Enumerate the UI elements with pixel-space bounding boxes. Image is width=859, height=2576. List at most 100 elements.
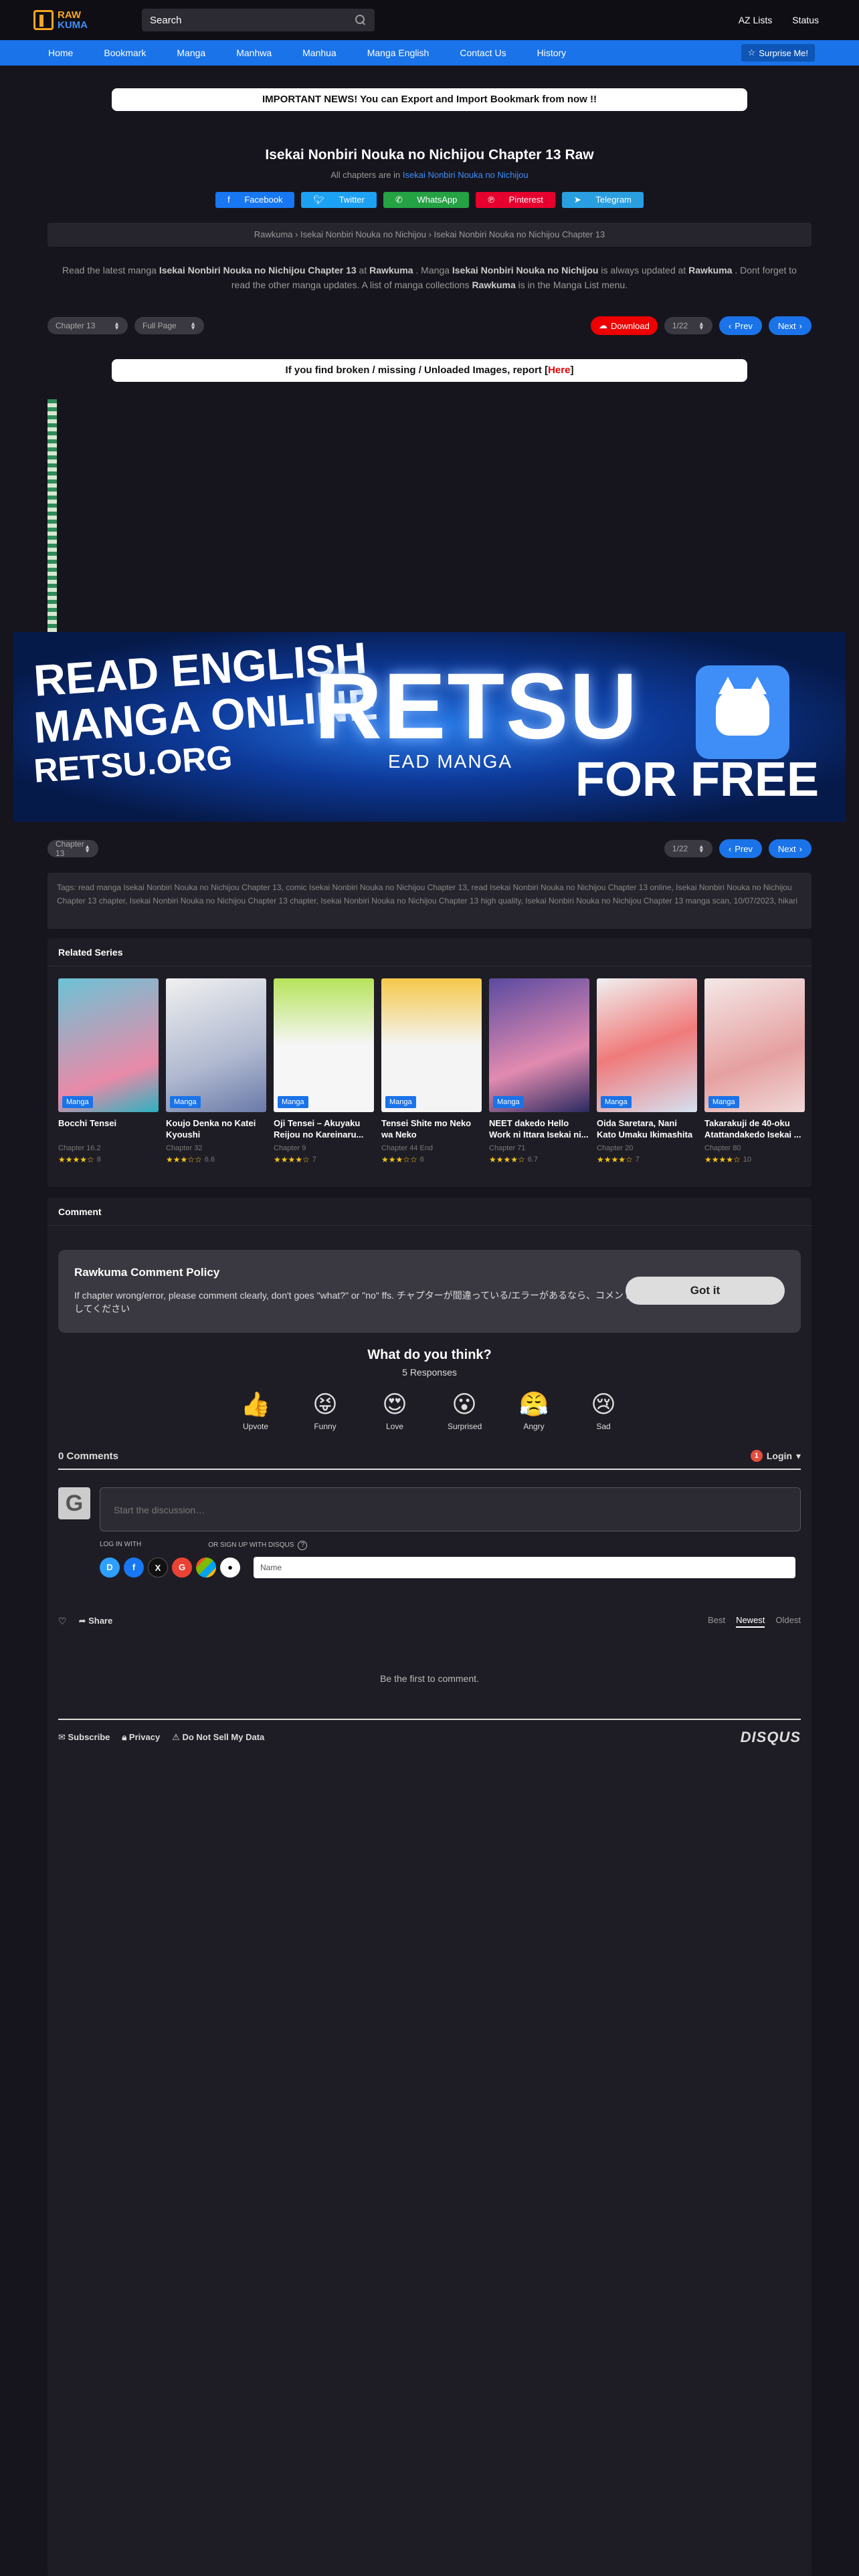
type-badge: Manga bbox=[601, 1096, 632, 1108]
ad-banner[interactable]: READ ENGLISH MANGA ONLINE RETSU.ORG RETS… bbox=[13, 632, 846, 822]
nav-manga[interactable]: Manga bbox=[177, 47, 205, 58]
prev-button-bottom[interactable]: ‹ Prev bbox=[719, 839, 762, 858]
search-input[interactable] bbox=[150, 14, 337, 26]
microsoft-login-icon[interactable] bbox=[196, 1558, 216, 1578]
name-field[interactable]: Name bbox=[254, 1557, 795, 1578]
download-button[interactable]: ☁ Download bbox=[591, 316, 658, 335]
report-link[interactable]: Here bbox=[548, 364, 570, 376]
policy-text: If chapter wrong/error, please comment c… bbox=[74, 1290, 633, 1314]
reaction-sad[interactable]: 😢 Sad bbox=[587, 1390, 620, 1431]
series-cover[interactable]: Manga bbox=[166, 978, 266, 1112]
got-it-button[interactable]: Got it bbox=[626, 1277, 785, 1305]
series-cover[interactable]: Manga bbox=[704, 978, 805, 1112]
type-badge: Manga bbox=[170, 1096, 201, 1108]
nav-manga-english[interactable]: Manga English bbox=[367, 47, 430, 58]
login-with-label: LOG IN WITH bbox=[100, 1541, 142, 1548]
heart-icon[interactable]: ♡ bbox=[58, 1616, 67, 1627]
reading-mode-select[interactable]: Full Page ▲ ▼ bbox=[134, 317, 204, 334]
reaction-love[interactable]: 😍 Love bbox=[378, 1390, 411, 1431]
series-link[interactable]: Isekai Nonbiri Nouka no Nichijou bbox=[403, 170, 529, 180]
reaction-surprised[interactable]: 😮 Surprised bbox=[448, 1390, 482, 1431]
series-cover[interactable]: Manga bbox=[381, 978, 482, 1112]
page-select-bottom[interactable]: 1/22 ▲ ▼ bbox=[664, 840, 712, 857]
search-icon[interactable] bbox=[355, 14, 367, 26]
next-button[interactable]: Next › bbox=[768, 316, 812, 335]
series-title[interactable]: Bocchi Tensei bbox=[58, 1117, 159, 1140]
nav-manhua[interactable]: Manhua bbox=[302, 47, 337, 58]
help-icon[interactable]: ? bbox=[298, 1541, 308, 1550]
tongue-face-icon: 😝 bbox=[312, 1390, 338, 1418]
x-login-icon[interactable]: X bbox=[148, 1558, 168, 1578]
prev-button[interactable]: ‹ Prev bbox=[719, 316, 762, 335]
reader-controls-bottom: Chapter 13 ▲ ▼ 1/22 ▲ ▼ ‹ Prev Next › bbox=[47, 839, 812, 858]
share-telegram-button[interactable]: ➤ Telegram bbox=[561, 192, 644, 208]
series-title[interactable]: Tensei Shite mo Neko wa Neko bbox=[381, 1117, 482, 1140]
surprise-me-button[interactable]: ☆ Surprise Me! bbox=[741, 44, 815, 62]
series-title[interactable]: Takarakuji de 40-oku Atattandakedo Iseka… bbox=[704, 1117, 805, 1140]
series-cover[interactable]: Manga bbox=[597, 978, 697, 1112]
series-rating: ★★★★☆ 8 bbox=[58, 1155, 101, 1164]
top-bar: RAW KUMA AZ Lists Status bbox=[0, 0, 859, 40]
nav-manhwa[interactable]: Manhwa bbox=[236, 47, 272, 58]
share-twitter-button[interactable]: 🐦︎ Twitter bbox=[301, 192, 377, 208]
banner-brand: RETSU bbox=[314, 653, 639, 758]
chevron-right-icon: › bbox=[799, 320, 802, 331]
nav-home[interactable]: Home bbox=[48, 47, 73, 58]
type-badge: Manga bbox=[278, 1096, 308, 1108]
select-arrows-icon: ▲ ▼ bbox=[190, 320, 196, 331]
series-card[interactable]: Manga Koujo Denka no Katei Kyoushi Chapt… bbox=[166, 978, 266, 1164]
nav-history[interactable]: History bbox=[537, 47, 567, 58]
share-whatsapp-button[interactable]: ✆ WhatsApp bbox=[383, 192, 470, 208]
share-button[interactable]: ➦ Share bbox=[79, 1616, 113, 1626]
sort-oldest[interactable]: Oldest bbox=[775, 1615, 801, 1628]
privacy-link[interactable]: 🔒︎ Privacy bbox=[122, 1732, 160, 1743]
series-title[interactable]: Oji Tensei – Akuyaku Reijou no Kareinaru… bbox=[274, 1117, 374, 1140]
google-login-icon[interactable]: G bbox=[172, 1558, 192, 1578]
sort-best[interactable]: Best bbox=[708, 1615, 725, 1628]
series-card[interactable]: Manga Tensei Shite mo Neko wa Neko Chapt… bbox=[381, 978, 482, 1164]
series-rating: ★★★★☆ 7 bbox=[274, 1155, 316, 1164]
do-not-sell-link[interactable]: ⚠ Do Not Sell My Data bbox=[172, 1732, 264, 1743]
series-card[interactable]: Manga Oji Tensei – Akuyaku Reijou no Kar… bbox=[274, 978, 374, 1164]
nav-contact-us[interactable]: Contact Us bbox=[460, 47, 506, 58]
comment-count: 0 Comments bbox=[58, 1450, 119, 1462]
subscribe-link[interactable]: ✉ Subscribe bbox=[58, 1732, 110, 1743]
disqus-login-icon[interactable]: D bbox=[100, 1558, 120, 1578]
share-pinterest-button[interactable]: ℗ Pinterest bbox=[476, 192, 555, 208]
news-banner: IMPORTANT NEWS! You can Export and Impor… bbox=[112, 88, 747, 111]
series-card[interactable]: Manga Oida Saretara, Nani Kato Umaku Iki… bbox=[597, 978, 697, 1164]
chapter-select[interactable]: Chapter 13 ▲ ▼ bbox=[47, 317, 128, 334]
share-facebook-button[interactable]: f Facebook bbox=[215, 192, 295, 208]
reaction-upvote[interactable]: 👍 Upvote bbox=[239, 1390, 272, 1431]
sort-newest[interactable]: Newest bbox=[736, 1615, 765, 1628]
facebook-login-icon[interactable]: f bbox=[124, 1558, 144, 1578]
series-cover[interactable]: Manga bbox=[489, 978, 589, 1112]
next-button-bottom[interactable]: Next › bbox=[768, 839, 812, 858]
signup-disqus-label: OR SIGN UP WITH DISQUS? bbox=[208, 1541, 308, 1550]
series-card[interactable]: Manga Bocchi Tensei Chapter 16.2 ★★★★☆ 8 bbox=[58, 978, 159, 1164]
disqus-logo[interactable]: DISQUS bbox=[741, 1729, 801, 1746]
page-select[interactable]: 1/22 ▲ ▼ bbox=[664, 317, 712, 334]
nav-bookmark[interactable]: Bookmark bbox=[104, 47, 146, 58]
series-cover[interactable]: Manga bbox=[58, 978, 159, 1112]
series-cover[interactable]: Manga bbox=[274, 978, 374, 1112]
tags-box: Tags: read manga Isekai Nonbiri Nouka no… bbox=[47, 873, 812, 929]
comment-input[interactable]: Start the discussion… bbox=[100, 1487, 801, 1531]
site-logo[interactable]: RAW KUMA bbox=[33, 10, 108, 30]
series-title[interactable]: NEET dakedo Hello Work ni Ittara Isekai … bbox=[489, 1117, 589, 1140]
banner-free: FOR FREE bbox=[575, 753, 819, 807]
series-card[interactable]: Manga NEET dakedo Hello Work ni Ittara I… bbox=[489, 978, 589, 1164]
series-card[interactable]: Manga Takarakuji de 40-oku Atattandakedo… bbox=[704, 978, 805, 1164]
status-link[interactable]: Status bbox=[792, 15, 819, 25]
reaction-angry[interactable]: 😤 Angry bbox=[517, 1390, 551, 1431]
chapter-select-bottom[interactable]: Chapter 13 ▲ ▼ bbox=[47, 839, 98, 858]
series-title[interactable]: Koujo Denka no Katei Kyoushi bbox=[166, 1117, 266, 1140]
reaction-funny[interactable]: 😝 Funny bbox=[308, 1390, 342, 1431]
mail-icon: ✉ bbox=[58, 1732, 68, 1742]
series-title[interactable]: Oida Saretara, Nani Kato Umaku Ikimashit… bbox=[597, 1117, 697, 1140]
rating-stars-icon: ★★★★☆ bbox=[704, 1155, 741, 1164]
apple-login-icon[interactable]: ● bbox=[220, 1558, 240, 1578]
az-lists-link[interactable]: AZ Lists bbox=[739, 15, 773, 25]
top-links: AZ Lists Status bbox=[739, 15, 819, 25]
login-button[interactable]: 1 Login ▾ bbox=[750, 1450, 801, 1462]
